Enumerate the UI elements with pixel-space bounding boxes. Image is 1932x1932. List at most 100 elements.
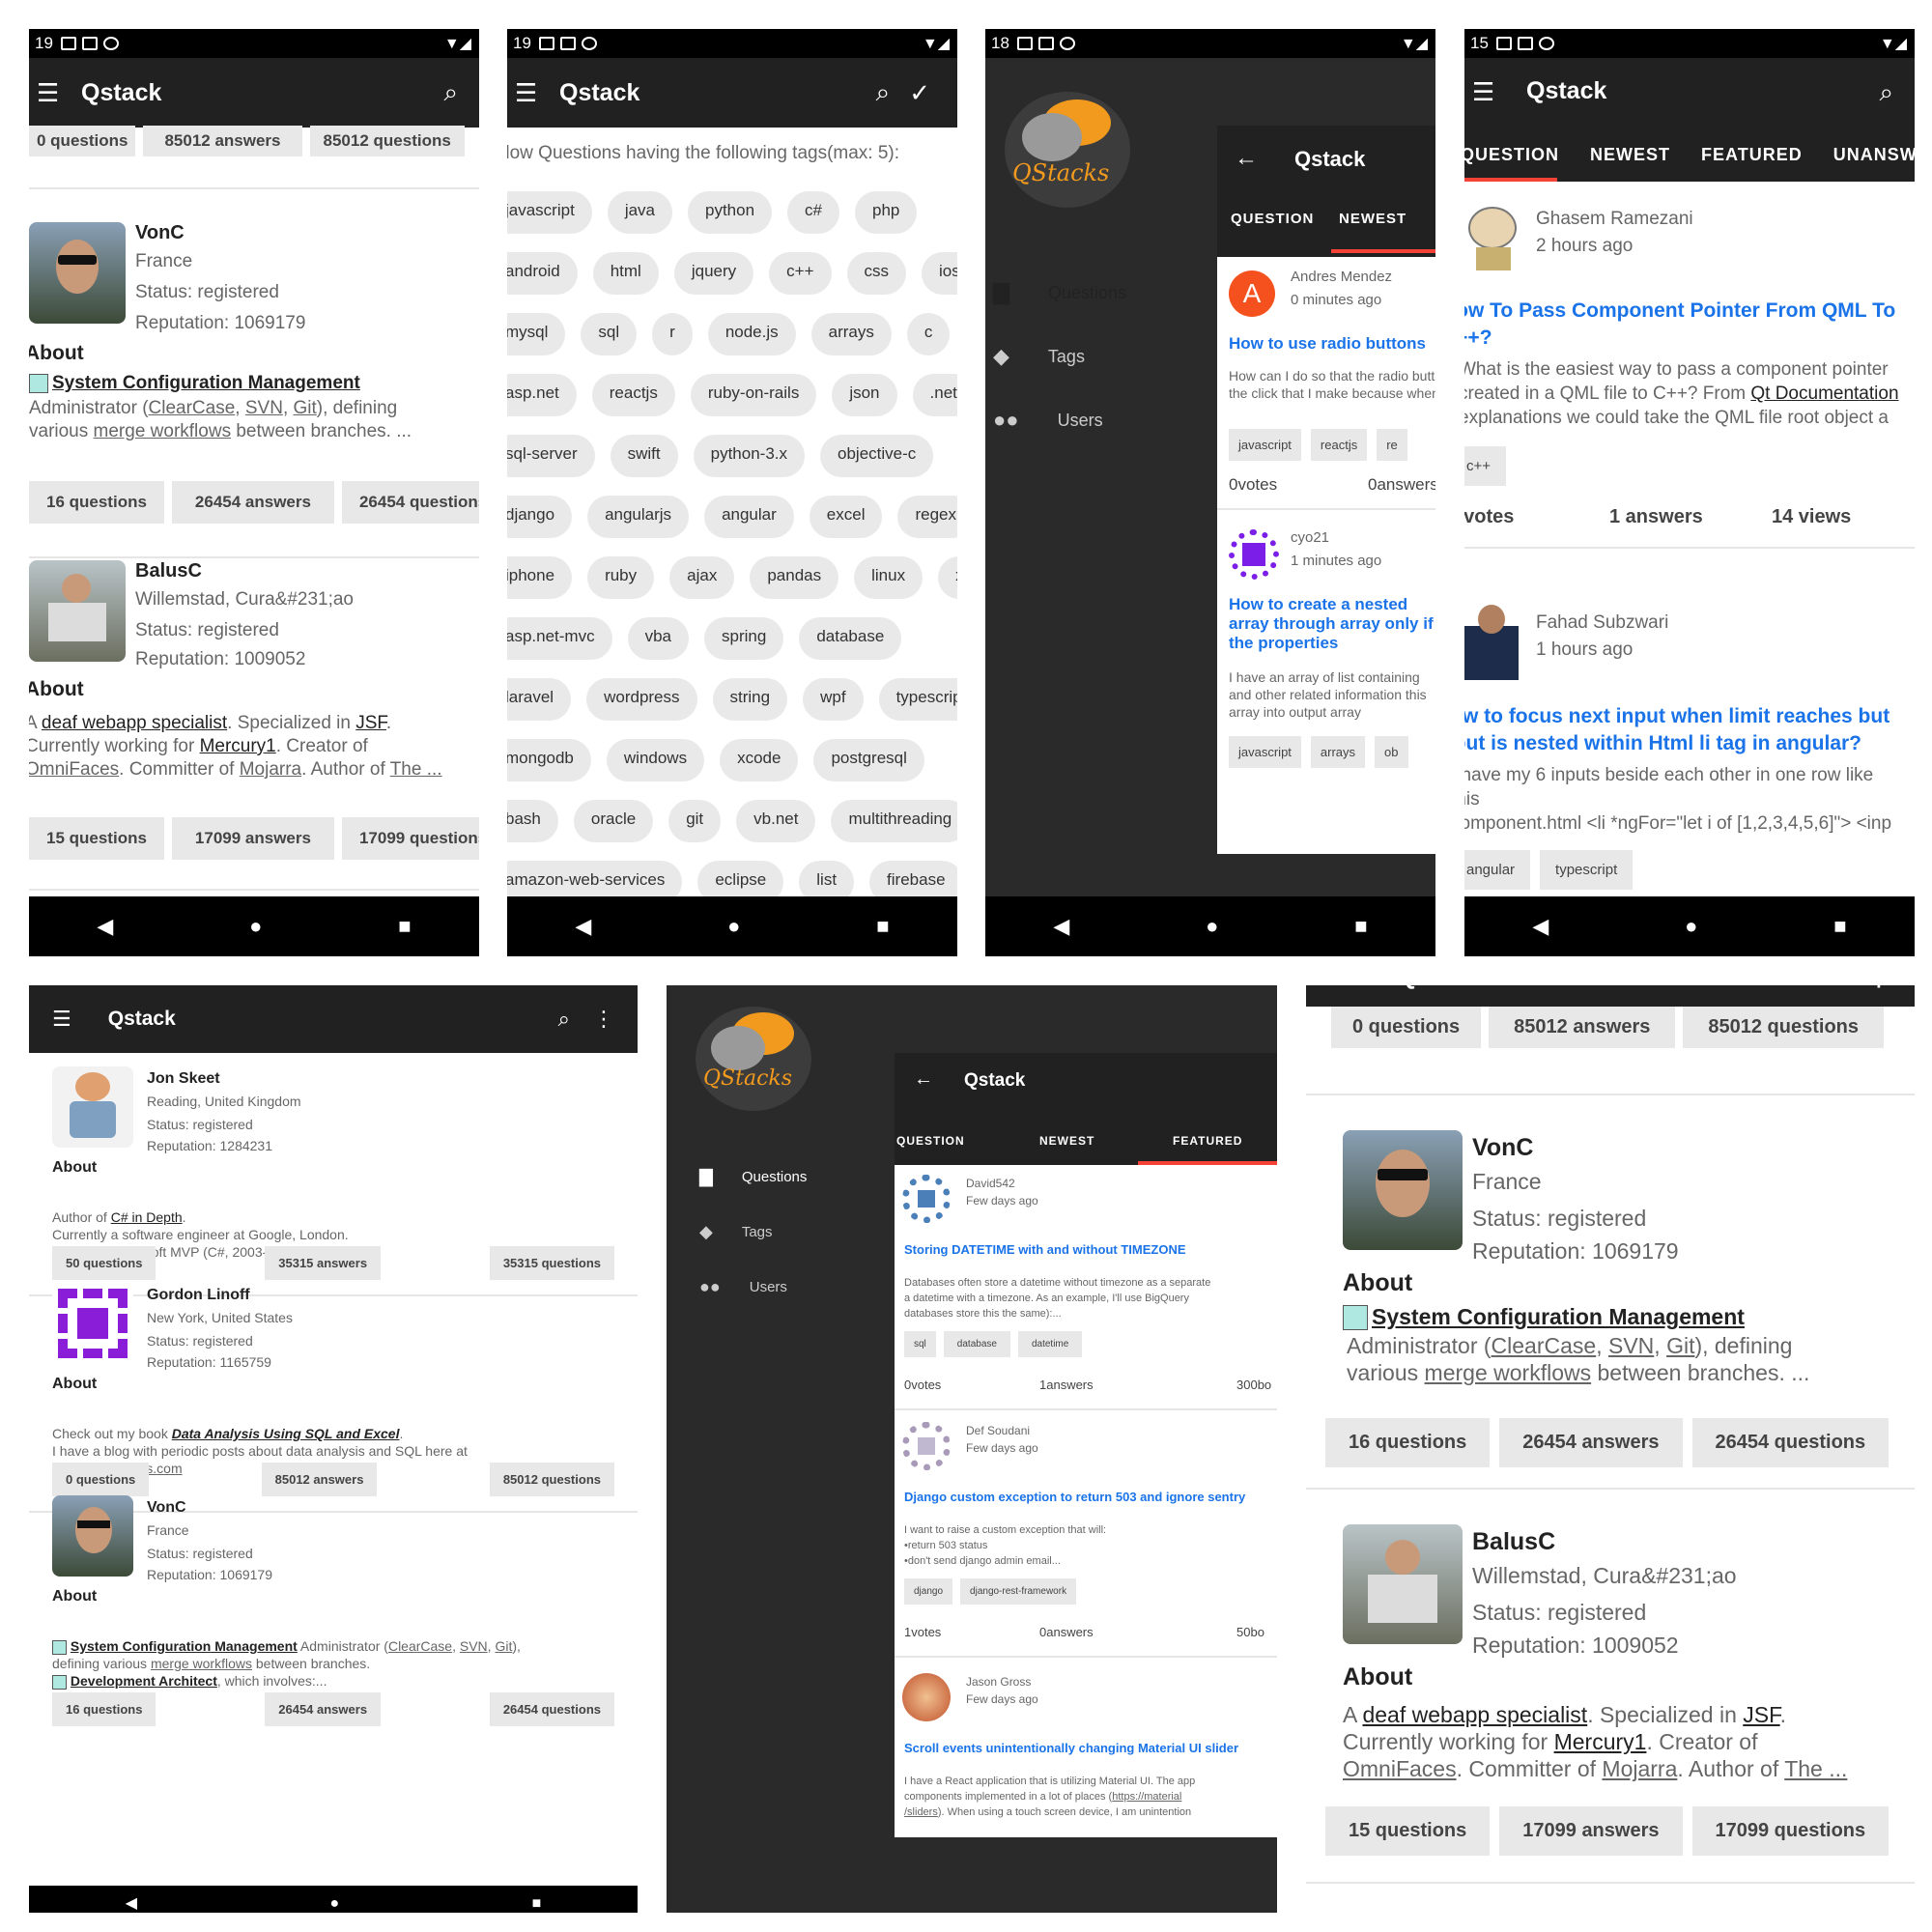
tag-chip[interactable]: javascript (1229, 429, 1301, 461)
back-icon[interactable]: ◀ (97, 914, 113, 939)
link[interactable]: /sliders (904, 1806, 938, 1818)
back-icon[interactable]: ◀ (575, 914, 591, 939)
home-icon[interactable]: ● (249, 914, 262, 939)
link[interactable]: OmniFaces (1343, 1756, 1457, 1781)
tag-chip[interactable]: asp.net-mvc (507, 617, 612, 660)
search-icon[interactable]: ⌕ (1831, 985, 1845, 992)
stat-answers[interactable]: 85012 answers (261, 1463, 378, 1496)
user-name[interactable]: VonC (135, 222, 185, 244)
user-card[interactable]: Gordon Linoff New York, United States Stat… (29, 1283, 638, 1492)
tag-chip[interactable]: datetime (1017, 1331, 1083, 1357)
tag-chip[interactable]: jquery (673, 252, 754, 295)
stat-answers[interactable]: 17099 answers (1499, 1806, 1683, 1856)
stat-questions[interactable]: 0 questions (52, 1463, 150, 1496)
tag-chip[interactable]: php (855, 191, 918, 234)
link[interactable]: deaf webapp specialist (42, 713, 227, 733)
tag-chip[interactable]: bash (507, 800, 558, 842)
tag-chip[interactable]: vba (627, 617, 690, 660)
stat-answers[interactable]: 26454 answers (171, 481, 334, 524)
link[interactable]: Git (495, 1638, 512, 1654)
tag-chip[interactable]: angularjs (587, 496, 690, 538)
link[interactable]: ClearCase (388, 1638, 452, 1654)
tag-chip[interactable]: windows (606, 739, 705, 781)
tag-chip[interactable]: arrays (810, 313, 892, 355)
user-name[interactable]: BalusC (135, 560, 202, 582)
menu-icon[interactable]: ☰ (1464, 77, 1503, 107)
user-name[interactable]: VonC (1472, 1134, 1533, 1162)
stat-questions[interactable]: 85012 questions (1683, 1007, 1884, 1048)
link[interactable]: https://material (1112, 1791, 1181, 1803)
home-icon[interactable]: ● (727, 914, 740, 939)
tab-question[interactable]: QUESTION (896, 1134, 965, 1148)
stat-questions[interactable]: 16 questions (1325, 1418, 1491, 1467)
stat-questions[interactable]: 50 questions (52, 1246, 156, 1280)
tag-chip[interactable]: html (592, 252, 659, 295)
recents-icon[interactable]: ■ (1354, 914, 1367, 939)
tag-chip[interactable]: multithreading (831, 800, 957, 842)
link[interactable]: System Configuration Management (1372, 1304, 1745, 1330)
user-card[interactable]: VonC France Status: registered Reputation: … (29, 1495, 638, 1704)
tag-chip[interactable]: xml (938, 556, 957, 599)
stat-questions[interactable]: 26454 questions (341, 481, 479, 524)
tag-chip[interactable]: iphone (507, 556, 573, 599)
user-card[interactable]: Jon Skeet Reading, United Kingdom Status: … (29, 1066, 638, 1275)
question-title[interactable]: Scroll events unintentionally changing M… (904, 1741, 1238, 1755)
tag-chip[interactable]: ios (922, 252, 957, 295)
tag-chip[interactable]: regex (897, 496, 957, 538)
question-title[interactable]: Storing DATETIME with and without TIMEZO… (904, 1242, 1186, 1257)
tag-chip[interactable]: sql (904, 1331, 936, 1357)
menu-icon[interactable]: ☰ (29, 1007, 71, 1032)
link[interactable]: SVN (460, 1638, 488, 1654)
link[interactable]: Development Architect (71, 1673, 217, 1689)
back-icon[interactable]: ◀ (126, 1893, 137, 1913)
search-icon[interactable]: ⌕ (1879, 77, 1893, 108)
tag-chip[interactable]: wpf (803, 678, 864, 721)
tag-chip[interactable]: c++ (1464, 446, 1507, 486)
link[interactable]: ClearCase (149, 398, 236, 418)
tag-chip[interactable]: reactjs (591, 374, 675, 416)
tab-question[interactable]: QUESTION (1231, 211, 1314, 227)
tag-chip[interactable]: node.js (707, 313, 796, 355)
tag-chip[interactable]: re (1377, 429, 1407, 461)
link[interactable]: The ... (390, 759, 442, 780)
menu-icon[interactable]: ☰ (29, 78, 68, 108)
back-icon[interactable]: ◀ (1053, 914, 1069, 939)
link[interactable]: System Configuration Management (52, 373, 360, 394)
drawer-item-users[interactable]: ●● Users (993, 408, 1126, 433)
more-icon[interactable]: ⋮ (1866, 985, 1891, 992)
home-icon[interactable]: ● (1685, 914, 1697, 939)
stat-answers[interactable]: 35315 answers (265, 1246, 382, 1280)
link[interactable]: JSF (355, 713, 386, 733)
drawer-item-questions[interactable]: ▇ Questions (993, 280, 1126, 305)
back-arrow-icon[interactable]: ← (1235, 145, 1258, 172)
drawer-item-tags[interactable]: ◆ Tags (993, 344, 1126, 369)
link[interactable]: Qt Documentation (1750, 384, 1898, 404)
user-card-balusc[interactable]: BalusC Willemstad, Cura&#231;ao Status: … (29, 560, 479, 889)
recents-icon[interactable]: ■ (398, 914, 411, 939)
stat-answers[interactable]: 85012 answers (143, 126, 302, 156)
link[interactable]: merge workflows (151, 1656, 252, 1671)
stat-answers[interactable]: 26454 answers (265, 1692, 382, 1726)
link[interactable]: JSF (1743, 1702, 1779, 1727)
tab-featured[interactable]: FEATURED (1701, 145, 1803, 165)
stat-questions[interactable]: 0 questions (1331, 1007, 1482, 1048)
tab-newest[interactable]: NEWEST (1590, 145, 1670, 165)
tag-chip[interactable]: excel (809, 496, 883, 538)
stat-questions[interactable]: 17099 questions (341, 817, 479, 860)
tag-chip[interactable]: python-3.x (693, 435, 806, 477)
link[interactable]: deaf webapp specialist (1362, 1702, 1587, 1727)
recents-icon[interactable]: ■ (532, 1895, 542, 1913)
menu-icon[interactable]: ☰ (507, 78, 546, 108)
tag-chip[interactable]: objective-c (820, 435, 934, 477)
user-name[interactable]: Gordon Linoff (147, 1287, 250, 1304)
tag-chip[interactable]: oracle (573, 800, 654, 842)
tag-chip[interactable]: spring (704, 617, 784, 660)
tag-chip[interactable]: java (607, 191, 672, 234)
stat-questions[interactable]: 16 questions (29, 481, 164, 524)
question-item[interactable]: Def Soudani Few days ago Django custom exc… (895, 1412, 1277, 1660)
link[interactable]: SVN (1608, 1333, 1654, 1358)
link[interactable]: Mercury1 (200, 736, 276, 756)
tag-chip[interactable]: angular (1464, 850, 1531, 890)
tag-chip[interactable]: swift (610, 435, 678, 477)
tab-question[interactable]: QUESTION (1464, 145, 1559, 165)
